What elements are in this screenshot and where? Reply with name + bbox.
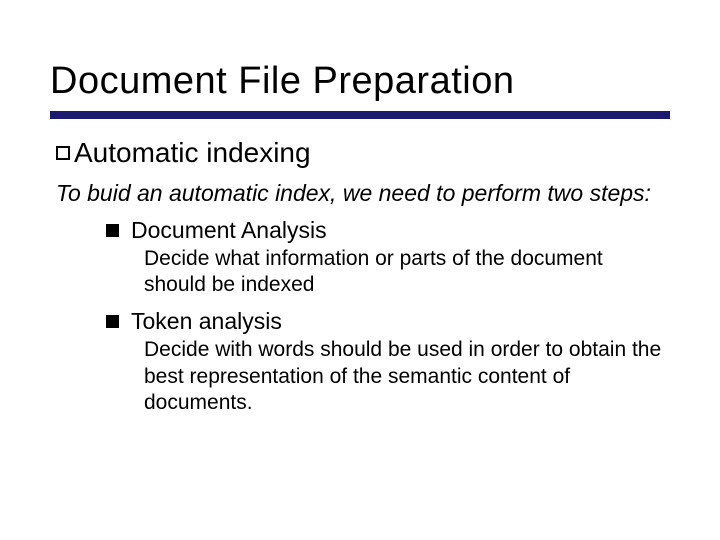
subtitle-row: Automatic indexing [56,137,670,169]
list-item: Token analysis Decide with words should … [106,308,670,416]
item-title: Document Analysis [131,217,327,244]
item-head: Document Analysis [106,217,670,244]
square-open-bullet-icon [56,146,70,160]
list-item: Document Analysis Decide what informatio… [106,217,670,299]
square-filled-bullet-icon [106,315,119,328]
item-title: Token analysis [131,308,282,335]
slide: Document File Preparation Automatic inde… [0,0,720,466]
item-head: Token analysis [106,308,670,335]
item-description: Decide with words should be used in orde… [144,337,670,416]
square-filled-bullet-icon [106,224,119,237]
item-description: Decide what information or parts of the … [144,246,670,299]
intro-text: To buid an automatic index, we need to p… [56,179,670,209]
slide-title: Document File Preparation [50,60,670,103]
subtitle-text: Automatic indexing [74,137,311,169]
title-underline [50,111,670,119]
